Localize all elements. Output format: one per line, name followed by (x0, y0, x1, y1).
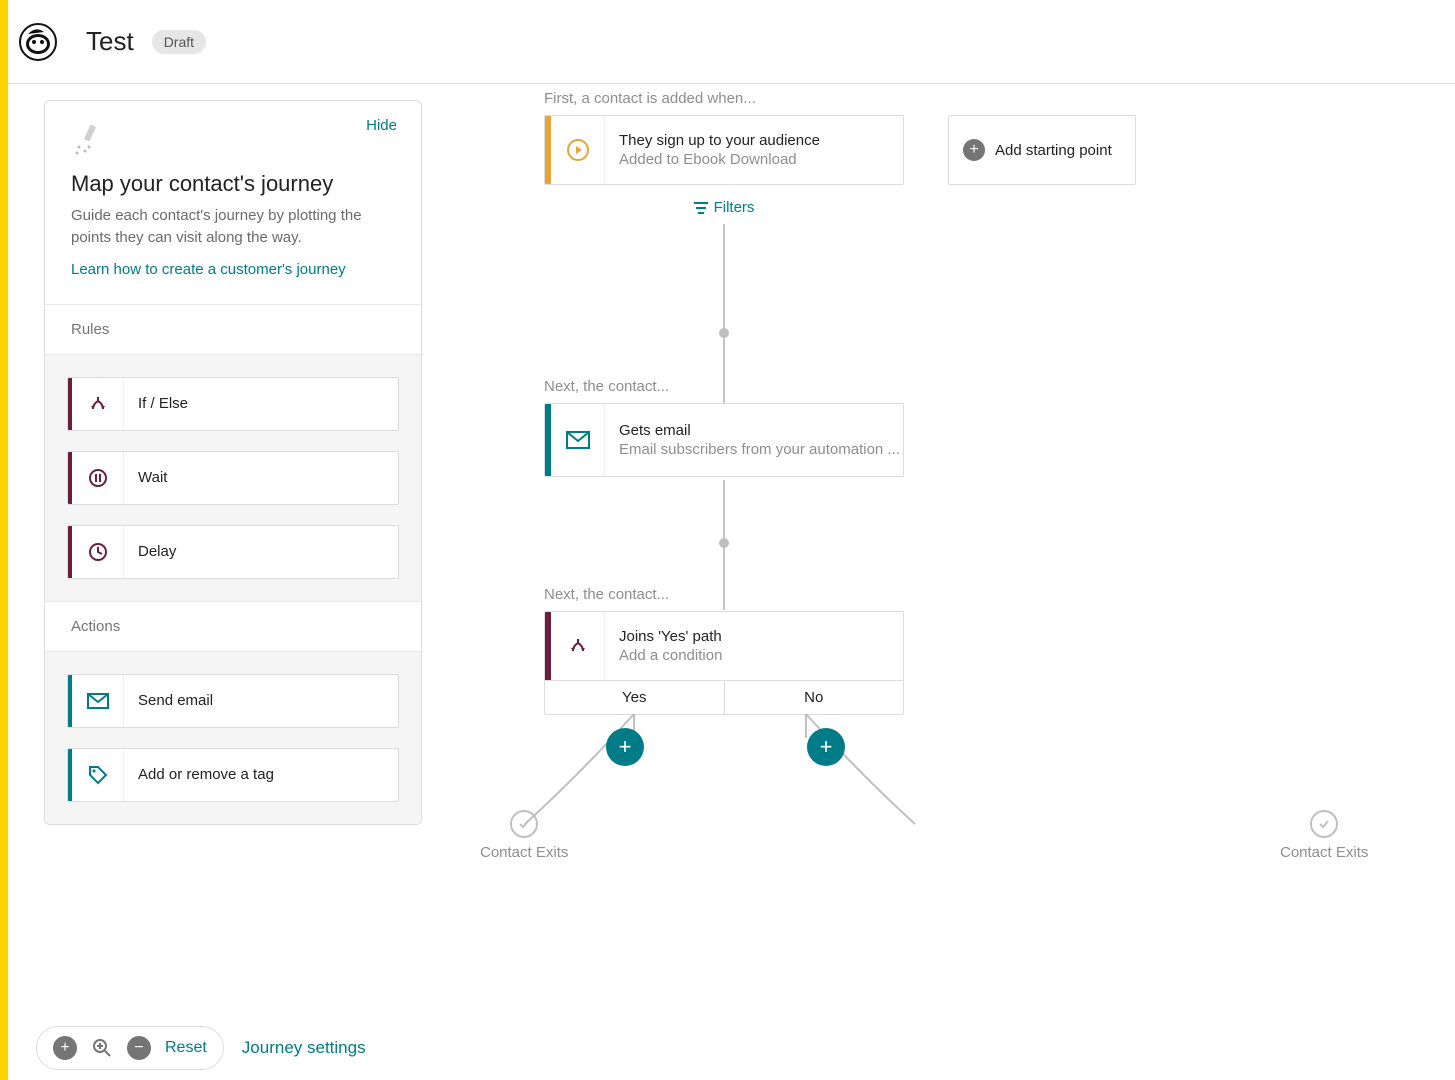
zoom-out-button[interactable]: − (127, 1036, 151, 1060)
reset-button[interactable]: Reset (165, 1039, 207, 1057)
mailchimp-logo[interactable] (18, 22, 58, 62)
add-step-button[interactable]: + (807, 728, 845, 766)
zoom-magnifier-button[interactable] (91, 1037, 113, 1059)
trigger-sub: Added to Ebook Download (619, 151, 820, 168)
action-label: Add or remove a tag (124, 766, 274, 783)
exit-node: Contact Exits (1280, 810, 1368, 861)
journey-settings-link[interactable]: Journey settings (242, 1038, 366, 1058)
rule-wait[interactable]: Wait (67, 451, 399, 505)
filters-label: Filters (714, 199, 755, 216)
learn-link[interactable]: Learn how to create a customer's journey (71, 261, 395, 278)
ifelse-no[interactable]: No (725, 681, 904, 714)
rule-label: Wait (124, 469, 167, 486)
connector-dot[interactable] (719, 328, 729, 338)
hide-link[interactable]: Hide (366, 117, 397, 134)
actions-list: Send email Add or remove a tag (45, 652, 421, 824)
email-title: Gets email (619, 422, 900, 439)
step-ifelse: Next, the contact... Joins 'Yes' path Ad… (544, 586, 904, 715)
accent-bar (0, 0, 8, 1080)
trigger-card[interactable]: They sign up to your audience Added to E… (544, 115, 904, 185)
exit-label: Contact Exits (1280, 844, 1368, 861)
step-label: First, a contact is added when... (544, 90, 1344, 107)
step-email: Next, the contact... Gets email Email su… (544, 378, 904, 477)
bottom-controls: + − Reset Journey settings (36, 1026, 366, 1070)
trigger-title: They sign up to your audience (619, 132, 820, 149)
branch-icon (72, 378, 124, 430)
pause-icon (72, 452, 124, 504)
connector-dot[interactable] (719, 538, 729, 548)
rule-if-else[interactable]: If / Else (67, 377, 399, 431)
intro-desc: Guide each contact's journey by plotting… (71, 205, 395, 249)
actions-header: Actions (45, 602, 421, 652)
filter-icon (694, 202, 708, 214)
tag-icon (72, 749, 124, 801)
plus-icon: + (963, 139, 985, 161)
ifelse-title: Joins 'Yes' path (619, 628, 722, 645)
step-trigger: First, a contact is added when... They s… (544, 90, 1344, 216)
add-starting-label: Add starting point (995, 142, 1112, 159)
exit-label: Contact Exits (480, 844, 568, 861)
zoom-controls: + − Reset (36, 1026, 224, 1070)
add-starting-point-button[interactable]: + Add starting point (948, 115, 1136, 185)
sidebar: Hide Map your contact's journey Guide ea… (44, 100, 422, 825)
ifelse-options: Yes No (545, 680, 903, 714)
filters-button[interactable]: Filters (544, 199, 904, 216)
rule-label: Delay (124, 543, 176, 560)
status-badge: Draft (152, 30, 206, 54)
check-icon (510, 810, 538, 838)
action-tag[interactable]: Add or remove a tag (67, 748, 399, 802)
connector (723, 224, 725, 404)
branch-icon (551, 612, 605, 680)
rule-delay[interactable]: Delay (67, 525, 399, 579)
ifelse-sub: Add a condition (619, 647, 722, 664)
sidebar-intro: Hide Map your contact's journey Guide ea… (45, 101, 421, 305)
intro-title: Map your contact's journey (71, 171, 395, 197)
journey-canvas[interactable]: First, a contact is added when... They s… (440, 90, 1455, 1080)
clock-icon (72, 526, 124, 578)
play-icon (551, 116, 605, 184)
exit-node: Contact Exits (480, 810, 568, 861)
action-send-email[interactable]: Send email (67, 674, 399, 728)
rules-header: Rules (45, 305, 421, 355)
header: Test Draft (8, 0, 1455, 84)
rules-list: If / Else Wait Delay (45, 355, 421, 602)
email-icon (551, 404, 605, 476)
zoom-in-button[interactable]: + (53, 1036, 77, 1060)
add-step-button[interactable]: + (606, 728, 644, 766)
action-label: Send email (124, 692, 213, 709)
check-icon (1310, 810, 1338, 838)
rule-label: If / Else (124, 395, 188, 412)
email-sub: Email subscribers from your automation .… (619, 441, 900, 458)
email-icon (72, 675, 124, 727)
branch-connector (770, 714, 1270, 854)
ifelse-card[interactable]: Joins 'Yes' path Add a condition Yes No (544, 611, 904, 715)
email-card[interactable]: Gets email Email subscribers from your a… (544, 403, 904, 477)
page-title: Test (86, 26, 134, 57)
ifelse-yes[interactable]: Yes (545, 681, 725, 714)
step-label: Next, the contact... (544, 586, 904, 603)
pencil-dots-icon (71, 123, 105, 157)
step-label: Next, the contact... (544, 378, 904, 395)
